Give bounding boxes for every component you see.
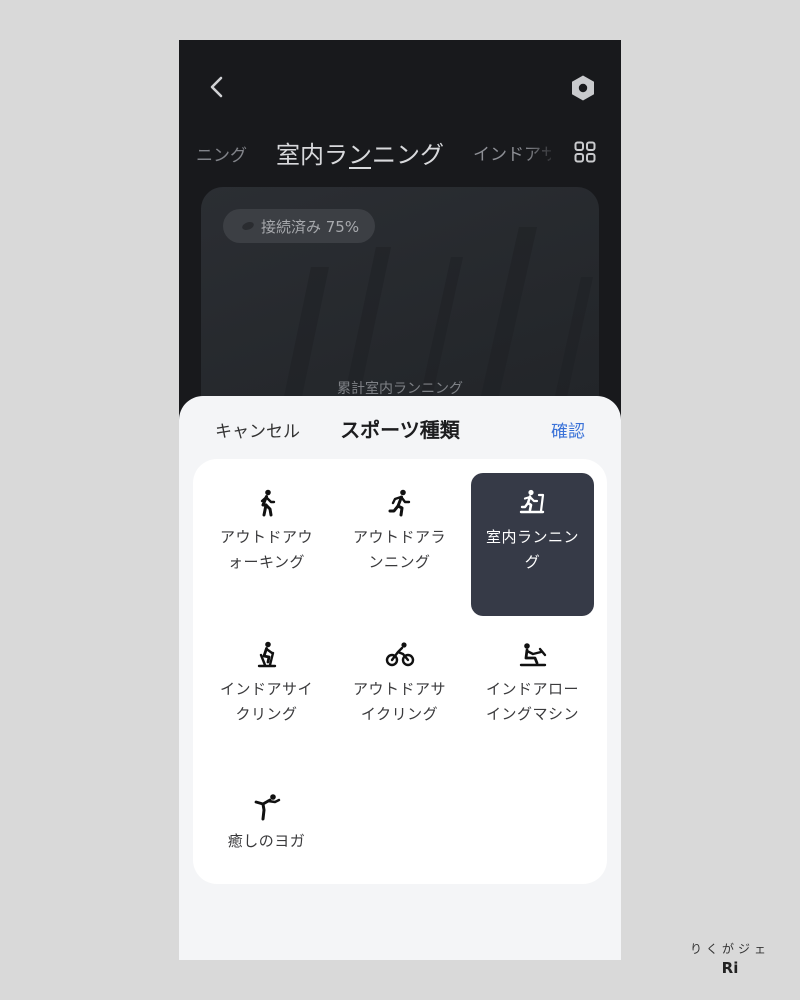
sport-type-sheet: キャンセル スポーツ種類 確認 アウトドアウォーキング アウトドアランニング 室… bbox=[179, 396, 621, 960]
connection-badge: 接続済み 75% bbox=[223, 209, 376, 243]
cycling-icon bbox=[385, 642, 414, 667]
sport-option-indoor-cycling[interactable]: インドアサイクリング bbox=[205, 625, 328, 768]
sport-label: アウトドアサイクリング bbox=[352, 680, 446, 723]
card-caption: 累計室内ランニング bbox=[337, 381, 463, 397]
phone-screen: ニング 室内ランニング インドアサ 接続済み 75% 累計室内ランニング キャン… bbox=[179, 40, 621, 960]
sport-option-yoga[interactable]: 癒しのヨガ bbox=[205, 777, 328, 920]
sport-tabs: ニング 室内ランニング インドアサ bbox=[179, 133, 621, 173]
running-icon bbox=[388, 489, 410, 517]
indoor-bike-icon bbox=[257, 641, 276, 668]
walking-icon bbox=[260, 489, 275, 517]
sheet-header: キャンセル スポーツ種類 確認 bbox=[179, 396, 621, 458]
watch-icon bbox=[242, 222, 254, 230]
watermark-text: Ri bbox=[721, 959, 739, 977]
watermark-kana: りくがジェ bbox=[689, 942, 770, 956]
sport-grid: アウトドアウォーキング アウトドアランニング 室内ランニング インドアサイクリン… bbox=[193, 459, 607, 884]
back-icon[interactable] bbox=[207, 75, 227, 99]
watermark: りくがジェ Ri bbox=[670, 940, 790, 977]
tab-indoor-running[interactable]: 室内ランニング bbox=[276, 135, 444, 170]
sport-option-indoor-running[interactable]: 室内ランニング bbox=[471, 473, 594, 616]
sport-label: 癒しのヨガ bbox=[227, 832, 306, 850]
top-bar bbox=[179, 40, 621, 135]
sport-label: インドアサイクリング bbox=[219, 680, 313, 723]
tab-previous[interactable]: ニング bbox=[196, 141, 247, 166]
sport-option-outdoor-running[interactable]: アウトドアランニング bbox=[338, 473, 461, 616]
rowing-icon bbox=[519, 643, 546, 667]
sport-option-outdoor-walking[interactable]: アウトドアウォーキング bbox=[205, 473, 328, 616]
confirm-button[interactable]: 確認 bbox=[551, 417, 585, 442]
settings-icon[interactable] bbox=[569, 74, 597, 102]
tab-fade bbox=[524, 133, 559, 173]
grid-icon[interactable] bbox=[574, 141, 596, 163]
treadmill-icon bbox=[519, 489, 544, 514]
sport-label: 室内ランニング bbox=[485, 528, 579, 571]
sport-label: インドアローイングマシン bbox=[485, 680, 579, 723]
connection-status: 接続済み 75% bbox=[261, 217, 360, 236]
sport-label: アウトドアウォーキング bbox=[219, 528, 313, 571]
sport-option-indoor-rowing[interactable]: インドアローイングマシン bbox=[471, 625, 594, 768]
cancel-button[interactable]: キャンセル bbox=[215, 417, 300, 442]
tab-active-indicator bbox=[349, 167, 371, 169]
yoga-icon bbox=[254, 794, 280, 821]
sport-option-outdoor-cycling[interactable]: アウトドアサイクリング bbox=[338, 625, 461, 768]
sport-label: アウトドアランニング bbox=[352, 528, 446, 571]
